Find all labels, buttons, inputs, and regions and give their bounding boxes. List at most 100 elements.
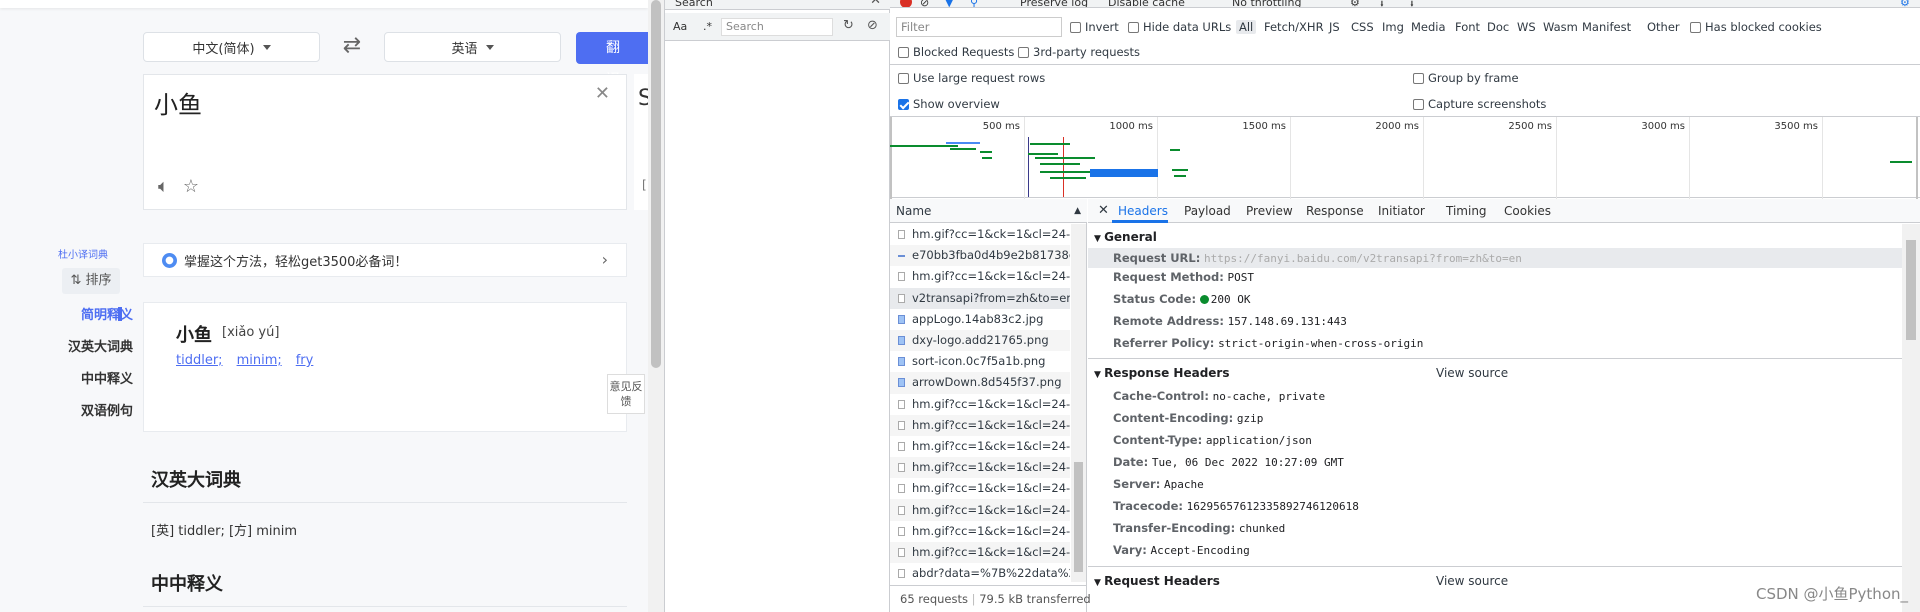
nav-item-hanying[interactable]: 汉英大词典 <box>28 336 133 355</box>
clear-icon[interactable]: ⊘ <box>867 18 878 33</box>
sort-button[interactable]: ⇅ 排序 <box>62 268 120 294</box>
request-row[interactable]: hm.gif?cc=1&ck=1&cl=24-bi <box>890 521 1070 542</box>
scrollbar-thumb[interactable] <box>1074 462 1083 572</box>
filter-input[interactable]: Filter <box>896 17 1062 37</box>
type-filter-other[interactable]: Other <box>1647 20 1680 34</box>
search-input[interactable]: Search <box>721 18 833 36</box>
checkbox-box[interactable] <box>1690 21 1701 33</box>
type-filter-img[interactable]: Img <box>1382 20 1404 34</box>
source-language-select[interactable]: 中文(简体) <box>143 32 320 62</box>
request-row[interactable]: hm.gif?cc=1&ck=1&cl=24-bi <box>890 541 1070 563</box>
name-column-header[interactable]: Name ▲ <box>890 199 1087 223</box>
tab-timing[interactable]: Timing <box>1446 204 1487 218</box>
type-filter-wasm[interactable]: Wasm <box>1543 20 1578 34</box>
blocked-requests-checkbox[interactable]: Blocked Requests <box>898 45 1014 59</box>
timeline-handle[interactable] <box>890 117 892 199</box>
close-icon[interactable]: ✕ <box>1098 203 1109 218</box>
meaning-link[interactable]: tiddler; <box>176 353 223 368</box>
gear-icon[interactable]: ⚙ <box>1900 0 1910 7</box>
copy-icon[interactable]: [ <box>642 178 647 192</box>
speaker-icon[interactable]: 🔈︎ <box>158 176 169 197</box>
third-party-checkbox[interactable]: 3rd-party requests <box>1018 45 1140 59</box>
star-icon[interactable]: ☆ <box>183 176 199 197</box>
settings-icon[interactable]: ⚙ <box>1350 0 1360 7</box>
close-icon[interactable]: ✕ <box>870 0 881 7</box>
checkbox-box[interactable] <box>1070 21 1081 33</box>
checkbox-box[interactable] <box>1018 46 1029 58</box>
request-row[interactable]: e70bb3fba0d4b9e2b81738e1 <box>890 245 1070 267</box>
request-row[interactable]: sort-icon.0c7f5a1b.png <box>890 351 1070 372</box>
checkbox-box[interactable] <box>898 46 909 58</box>
request-row[interactable]: hm.gif?cc=1&ck=1&cl=24-bi <box>890 499 1070 521</box>
request-row[interactable]: hm.gif?cc=1&ck=1&cl=24-bi <box>890 266 1070 287</box>
tab-response[interactable]: Response <box>1306 204 1364 218</box>
clear-icon[interactable]: ✕ <box>595 83 610 104</box>
details-scrollbar[interactable] <box>1902 224 1920 612</box>
invert-checkbox[interactable]: Invert <box>1070 20 1119 34</box>
preserve-log-checkbox[interactable]: Preserve log <box>1020 0 1088 7</box>
request-row[interactable]: hm.gif?cc=1&ck=1&cl=24-bi <box>890 436 1070 457</box>
request-row[interactable]: v2transapi?from=zh&to=en <box>890 287 1070 309</box>
checkbox-box[interactable] <box>1413 72 1424 84</box>
filter-icon[interactable]: ▼ <box>945 0 953 7</box>
swap-arrows-icon[interactable]: ⇄ <box>337 32 367 60</box>
timeline-overview[interactable]: 500 ms 1000 ms 1500 ms 2000 ms 2500 ms 3… <box>890 116 1920 199</box>
match-case-button[interactable]: Aa <box>673 20 687 33</box>
large-rows-checkbox[interactable]: Use large request rows <box>898 71 1045 85</box>
refresh-icon[interactable]: ↻ <box>843 18 854 33</box>
nav-item-examples[interactable]: 双语例句 <box>28 400 133 419</box>
source-text[interactable]: 小鱼 <box>154 85 202 120</box>
tab-cookies[interactable]: Cookies <box>1504 204 1551 218</box>
clear-icon[interactable]: ⊘ <box>920 0 929 7</box>
request-row[interactable]: hm.gif?cc=1&ck=1&cl=24-bi <box>890 224 1070 245</box>
checkbox-box-checked[interactable] <box>898 98 909 110</box>
request-row[interactable]: abdr?data=%7B%22data%22% <box>890 563 1070 582</box>
request-row[interactable]: arrowDown.8d545f37.png <box>890 372 1070 394</box>
response-headers-section-header[interactable]: Response Headers <box>1094 366 1229 380</box>
translate-button[interactable]: 翻译 <box>576 32 648 88</box>
page-scrollbar[interactable] <box>648 0 664 612</box>
request-list-scrollbar[interactable] <box>1071 224 1086 582</box>
import-icon[interactable]: ⭳ <box>1380 0 1384 7</box>
group-by-frame-checkbox[interactable]: Group by frame <box>1413 71 1519 85</box>
meaning-link[interactable]: fry <box>296 353 314 368</box>
tab-payload[interactable]: Payload <box>1184 204 1231 218</box>
promo-banner[interactable]: ● 掌握这个方法，轻松get3500必备词！ › <box>143 243 627 277</box>
scrollbar-thumb[interactable] <box>1906 240 1916 340</box>
throttling-select[interactable]: No throttling <box>1232 0 1301 7</box>
source-text-box[interactable]: 小鱼 ✕ 🔈︎ ☆ <box>143 74 627 210</box>
checkbox-box[interactable] <box>898 72 909 84</box>
general-section-header[interactable]: General <box>1094 230 1157 244</box>
request-row[interactable]: hm.gif?cc=1&ck=1&cl=24-bi <box>890 457 1070 479</box>
feedback-button[interactable]: 意见反馈 <box>607 374 645 414</box>
checkbox-box[interactable] <box>1413 98 1424 110</box>
request-row[interactable]: dxy-logo.add21765.png <box>890 329 1070 352</box>
scrollbar-thumb[interactable] <box>651 0 661 368</box>
request-row[interactable]: hm.gif?cc=1&ck=1&cl=24-bi <box>890 394 1070 415</box>
tab-headers[interactable]: Headers <box>1118 204 1168 218</box>
target-language-select[interactable]: 英语 <box>384 32 561 62</box>
blocked-cookies-checkbox[interactable]: Has blocked cookies <box>1690 20 1822 34</box>
export-icon[interactable]: ⭳ <box>1410 0 1414 7</box>
type-filter-js[interactable]: JS <box>1329 20 1340 34</box>
request-row[interactable]: hm.gif?cc=1&ck=1&cl=24-bi <box>890 414 1070 436</box>
type-filter-all[interactable]: All <box>1236 20 1257 34</box>
type-filter-fetch[interactable]: Fetch/XHR <box>1264 20 1324 34</box>
record-icon[interactable] <box>900 0 912 7</box>
view-source-link[interactable]: View source <box>1436 366 1508 380</box>
hide-data-urls-checkbox[interactable]: Hide data URLs <box>1128 20 1231 34</box>
request-row[interactable]: appLogo.14ab83c2.jpg <box>890 309 1070 330</box>
type-filter-doc[interactable]: Doc <box>1487 20 1509 34</box>
request-row[interactable]: hm.gif?cc=1&ck=1&cl=24-bi <box>890 478 1070 499</box>
type-filter-css[interactable]: CSS <box>1351 20 1374 34</box>
regex-button[interactable]: .* <box>703 20 712 33</box>
capture-screenshots-checkbox[interactable]: Capture screenshots <box>1413 97 1546 111</box>
type-filter-manifest[interactable]: Manifest <box>1582 20 1631 34</box>
tab-preview[interactable]: Preview <box>1246 204 1293 218</box>
view-source-link[interactable]: View source <box>1436 574 1508 588</box>
request-headers-section-header[interactable]: Request Headers <box>1094 574 1220 588</box>
type-filter-font[interactable]: Font <box>1455 20 1480 34</box>
show-overview-checkbox[interactable]: Show overview <box>898 97 1000 111</box>
checkbox-box[interactable] <box>1128 21 1139 33</box>
search-icon[interactable]: ⚲ <box>970 0 978 7</box>
